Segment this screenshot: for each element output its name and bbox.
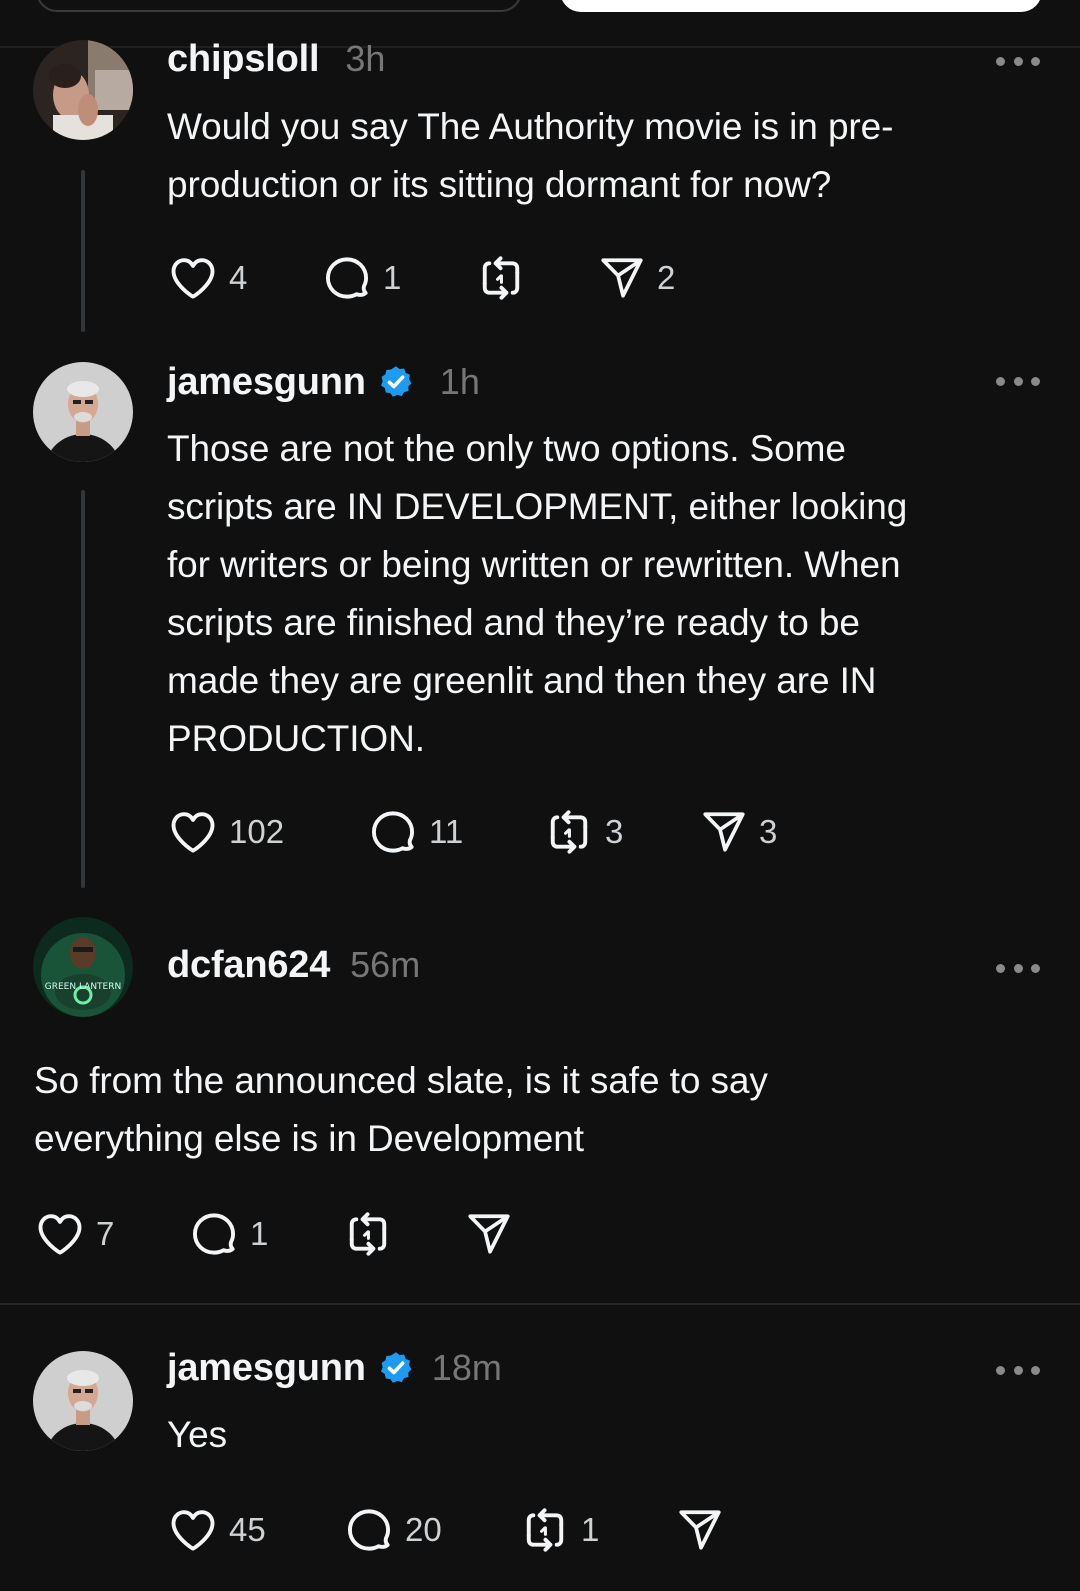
send-paper-plane-icon [675,1505,725,1555]
more-dots-icon[interactable] [996,961,1040,975]
reply-button[interactable]: 20 [343,1504,519,1556]
share-count: 2 [657,259,676,296]
more-dots-icon[interactable] [996,374,1040,388]
comment-bubble-icon [343,1504,395,1556]
action-bar: 4 1 2 [167,250,675,306]
share-count: 3 [759,813,778,850]
like-count: 7 [96,1215,115,1252]
post-text: So from the announced slate, is it safe … [34,1052,768,1168]
post-text: Would you say The Authority movie is in … [167,98,893,214]
text-line: production or its sitting dormant for no… [167,164,832,205]
text-line: PRODUCTION. [167,718,425,759]
text-line: made they are greenlit and then they are… [167,660,877,701]
repost-button[interactable]: 1 [519,1504,675,1556]
repost-count: 1 [581,1511,600,1548]
like-count: 45 [229,1511,266,1548]
text-line: So from the announced slate, is it safe … [34,1060,768,1101]
send-paper-plane-icon [597,253,647,303]
text-line: for writers or being written or rewritte… [167,544,901,585]
like-button[interactable]: 7 [34,1208,188,1260]
text-line: scripts are finished and they’re ready t… [167,602,860,643]
like-button[interactable]: 4 [167,252,321,304]
repost-count: 3 [605,813,624,850]
like-count: 102 [229,813,285,850]
post-text: Yes [167,1406,227,1464]
share-button[interactable]: 2 [597,253,675,303]
text-line: Yes [167,1414,228,1455]
repost-arrows-icon [543,806,595,858]
search-field[interactable] [36,0,522,12]
text-line: Would you say The Authority movie is in … [167,106,894,147]
send-paper-plane-icon [464,1209,514,1259]
post-header: jamesgunn 18m [167,1344,502,1390]
post-text: Those are not the only two options. Some… [167,420,907,768]
repost-arrows-icon [519,1504,571,1556]
username[interactable]: jamesgunn [167,361,366,404]
more-dots-icon[interactable] [996,54,1040,68]
like-button[interactable]: 45 [167,1504,343,1556]
reply-count: 20 [405,1511,442,1548]
avatar-text: GREEN LANTERN [45,982,121,992]
avatar[interactable]: GREEN LANTERN [33,917,133,1017]
avatar[interactable] [33,1351,133,1451]
reply-count: 1 [383,259,402,296]
avatar[interactable] [33,362,133,462]
text-line: Those are not the only two options. Some [167,428,846,469]
share-button[interactable] [675,1505,735,1555]
post-header: chipsloll 3h [167,38,385,81]
text-line: scripts are IN DEVELOPMENT, either looki… [167,486,908,527]
reply-button[interactable]: 1 [321,252,475,304]
reply-button[interactable]: 1 [188,1208,342,1260]
timestamp[interactable]: 1h [440,361,480,403]
action-bar: 102 11 3 3 [167,804,777,860]
verified-badge-icon [378,1350,414,1386]
username[interactable]: dcfan624 [167,944,330,987]
share-button[interactable]: 3 [699,807,777,857]
heart-icon [167,252,219,304]
reply-count: 11 [429,813,464,850]
more-dots-icon[interactable] [996,1363,1040,1377]
top-bar [0,0,1080,48]
action-bar: 7 1 [34,1206,524,1262]
thread-line [81,170,85,332]
timestamp[interactable]: 56m [350,944,420,986]
post-header: dcfan624 56m [167,944,420,987]
username[interactable]: chipsloll [167,38,320,81]
action-bar: 45 20 1 [167,1502,735,1558]
post-divider [0,1303,1080,1305]
text-line: everything else is in Development [34,1118,584,1159]
heart-icon [167,1504,219,1556]
share-button[interactable] [464,1209,524,1259]
verified-badge-icon [378,364,414,400]
repost-button[interactable] [342,1208,464,1260]
comment-bubble-icon [321,252,373,304]
reply-count: 1 [250,1215,269,1252]
heart-icon [167,806,219,858]
comment-bubble-icon [188,1208,240,1260]
timestamp[interactable]: 18m [432,1347,502,1389]
post-header: jamesgunn 1h [167,358,480,404]
repost-arrows-icon [475,252,527,304]
username[interactable]: jamesgunn [167,1347,366,1390]
repost-button[interactable] [475,252,597,304]
avatar[interactable] [33,40,133,140]
heart-icon [34,1208,86,1260]
thread-line [81,490,85,888]
like-button[interactable]: 102 [167,806,367,858]
send-paper-plane-icon [699,807,749,857]
comment-bubble-icon [367,806,419,858]
repost-arrows-icon [342,1208,394,1260]
like-count: 4 [229,259,248,296]
top-button[interactable] [560,0,1042,12]
repost-button[interactable]: 3 [543,806,699,858]
reply-button[interactable]: 11 [367,806,543,858]
timestamp[interactable]: 3h [345,38,385,80]
